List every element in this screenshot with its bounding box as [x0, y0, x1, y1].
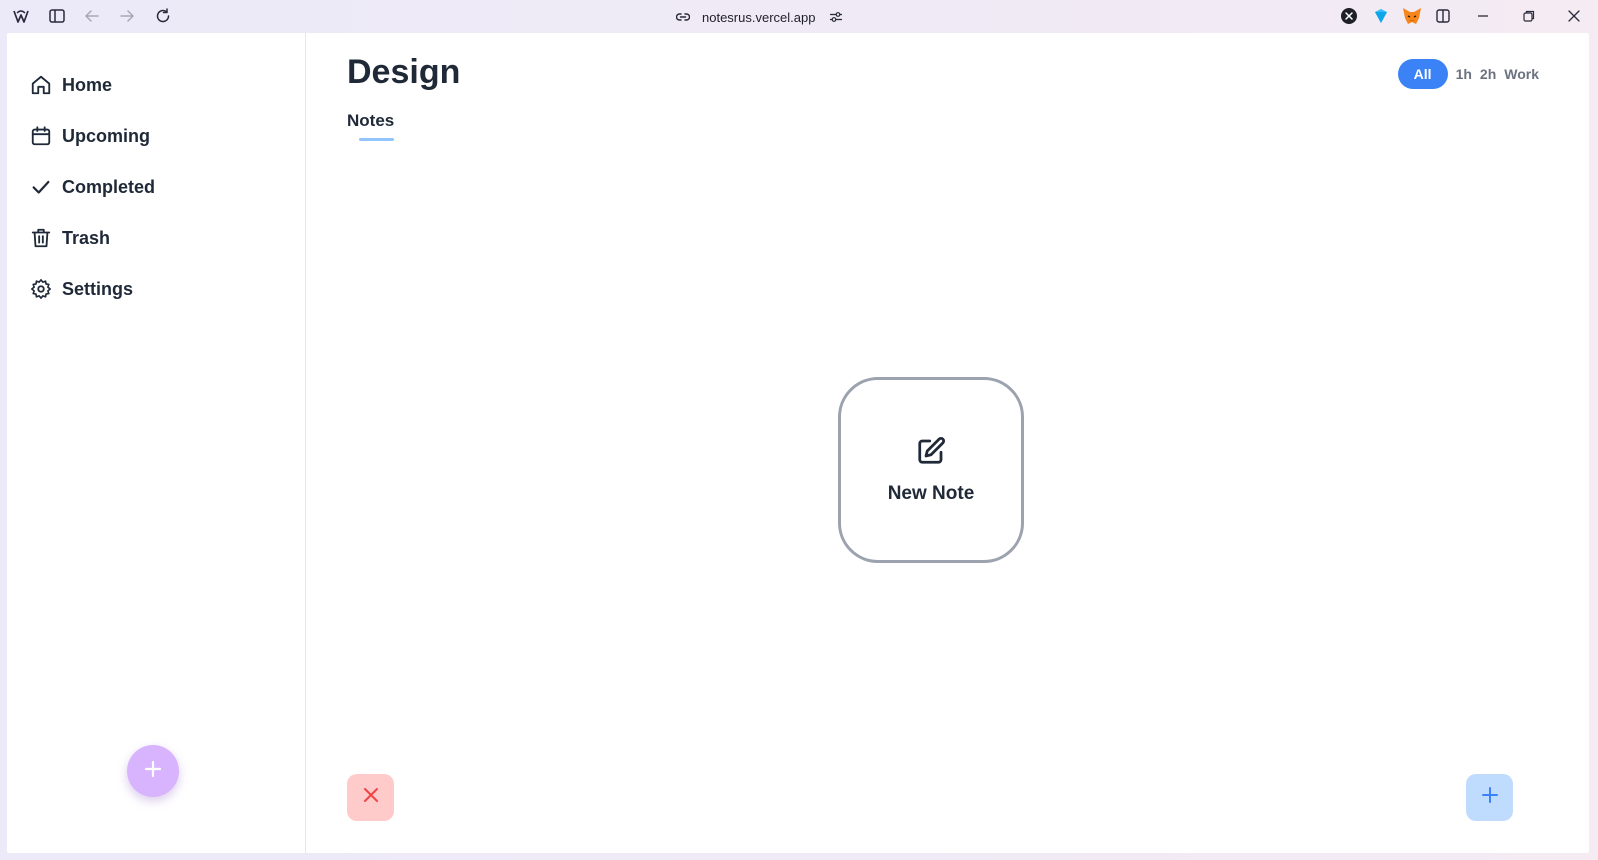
sidebar-item-home[interactable]: Home	[29, 68, 112, 102]
time-filter-group: All 1h 2h Work	[1397, 59, 1539, 89]
filter-all[interactable]: All	[1397, 59, 1448, 89]
add-note-button[interactable]	[1466, 774, 1513, 821]
trash-icon	[29, 226, 53, 250]
minimize-icon[interactable]	[1472, 5, 1494, 27]
sidebar-item-label: Upcoming	[62, 125, 150, 146]
gear-icon	[29, 277, 53, 301]
plus-icon	[143, 759, 163, 784]
back-icon[interactable]	[81, 5, 103, 27]
tab-notes[interactable]: Notes	[347, 111, 394, 131]
url-text[interactable]: notesrus.vercel.app	[702, 10, 815, 25]
check-icon	[29, 175, 53, 199]
split-view-icon[interactable]	[1432, 5, 1454, 27]
gem-extension-icon[interactable]	[1370, 5, 1392, 27]
close-icon	[362, 786, 380, 809]
cancel-button[interactable]	[347, 774, 394, 821]
sidebar-item-label: Settings	[62, 278, 134, 299]
home-icon	[29, 73, 53, 97]
link-icon	[676, 12, 690, 22]
sidebar-item-trash[interactable]: Trash	[29, 221, 110, 255]
close-window-icon[interactable]	[1563, 5, 1585, 27]
filter-work[interactable]: Work	[1504, 66, 1539, 82]
reload-icon[interactable]	[152, 5, 174, 27]
new-note-card[interactable]: New Note	[838, 377, 1024, 563]
restore-icon[interactable]	[1518, 5, 1540, 27]
sidebar-toggle-icon[interactable]	[46, 5, 68, 27]
sidebar-item-label: Home	[62, 74, 113, 95]
new-note-label: New Note	[887, 482, 975, 504]
address-bar[interactable]: notesrus.vercel.app	[676, 7, 843, 27]
metamask-fox-icon[interactable]	[1401, 5, 1423, 27]
plus-icon	[1481, 786, 1499, 809]
calendar-icon	[29, 124, 53, 148]
filter-2h[interactable]: 2h	[1480, 66, 1496, 82]
new-category-button[interactable]	[127, 745, 179, 797]
site-settings-icon[interactable]	[829, 11, 843, 23]
sidebar-item-upcoming[interactable]: Upcoming	[29, 119, 150, 153]
sidebar: Home Upcoming Completed Trash Settings	[7, 33, 306, 853]
forward-icon[interactable]	[116, 5, 138, 27]
sidebar-item-label: Completed	[62, 176, 156, 197]
filter-1h[interactable]: 1h	[1456, 66, 1472, 82]
sidebar-item-settings[interactable]: Settings	[29, 272, 133, 306]
main-content: Design Notes All 1h 2h Work New Note	[306, 33, 1589, 853]
app-window: Home Upcoming Completed Trash Settings D…	[7, 33, 1589, 853]
page-title: Design	[347, 53, 461, 91]
browser-logo-icon[interactable]	[10, 5, 32, 27]
sidebar-item-completed[interactable]: Completed	[29, 170, 155, 204]
edit-icon	[916, 436, 946, 471]
browser-toolbar: notesrus.vercel.app	[0, 0, 1598, 33]
tab-active-indicator	[359, 138, 394, 141]
sidebar-item-label: Trash	[62, 227, 111, 248]
x-extension-icon[interactable]	[1338, 5, 1360, 27]
